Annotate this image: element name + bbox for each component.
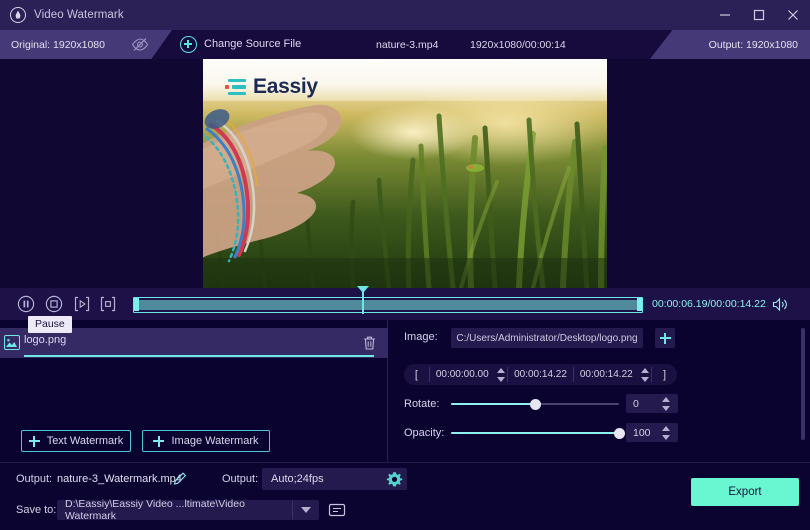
maximize-icon[interactable] xyxy=(742,0,776,30)
folder-icon[interactable] xyxy=(328,501,346,518)
timeline-selection xyxy=(138,300,638,310)
video-preview[interactable]: Eassiy xyxy=(203,59,607,288)
minimize-icon[interactable] xyxy=(708,0,742,30)
range-close-bracket[interactable]: ] xyxy=(652,369,677,381)
plus-icon xyxy=(28,435,40,447)
rotate-slider[interactable] xyxy=(451,398,619,410)
opacity-label: Opacity: xyxy=(404,427,445,439)
range-start-input[interactable]: 00:00:00.00 xyxy=(430,369,495,380)
pause-tooltip: Pause xyxy=(28,316,72,333)
pause-circle-icon[interactable] xyxy=(17,295,35,313)
rotate-value: 0 xyxy=(633,397,639,410)
snapshot-bracket-icon[interactable] xyxy=(99,295,117,313)
water-drop-icon xyxy=(10,7,26,23)
play-bracket-icon[interactable] xyxy=(73,295,91,313)
opacity-stepper[interactable] xyxy=(660,425,673,441)
player-controls-bar: 00:00:06.19/00:00:14.22 xyxy=(0,286,810,320)
timeline-trim-end-handle[interactable] xyxy=(637,298,642,311)
save-path-field[interactable]: D:\Eassiy\Eassiy Video ...ltimate\Video … xyxy=(57,498,292,522)
add-image-button[interactable] xyxy=(655,328,675,348)
opacity-slider-knob[interactable] xyxy=(613,427,625,439)
tab-output[interactable]: Output: 1920x1080 xyxy=(650,30,810,59)
range-start-stepper[interactable] xyxy=(495,367,507,383)
close-icon[interactable] xyxy=(776,0,810,30)
add-image-watermark-label: Image Watermark xyxy=(171,435,259,447)
image-label: Image: xyxy=(404,331,438,343)
opacity-slider[interactable] xyxy=(451,427,625,439)
video-watermark-window: Video Watermark Original: 1920x1080 Chan… xyxy=(0,0,810,530)
image-thumb-icon xyxy=(4,335,20,350)
hand-in-grass xyxy=(203,104,342,263)
video-timeline-slider[interactable] xyxy=(133,286,643,314)
source-file-meta: 1920x1080/00:00:14 xyxy=(470,39,566,51)
opacity-slider-fill xyxy=(451,432,619,434)
source-file-name: nature-3.mp4 xyxy=(376,39,439,51)
timeline-trim-start-handle[interactable] xyxy=(134,298,139,311)
export-label: Export xyxy=(728,486,762,498)
save-path-value: D:\Eassiy\Eassiy Video ...ltimate\Video … xyxy=(65,498,245,522)
image-path-value: C:/Users/Administrator/Desktop/logo.png xyxy=(456,332,638,344)
save-to-label: Save to: xyxy=(16,504,57,516)
source-toolbar: Original: 1920x1080 Change Source File n… xyxy=(0,30,810,59)
volume-icon[interactable] xyxy=(772,297,789,312)
change-source-file-button[interactable]: Change Source File xyxy=(204,38,301,50)
time-display: 00:00:06.19/00:00:14.22 xyxy=(652,298,766,310)
rotate-slider-fill xyxy=(451,403,535,405)
gear-icon[interactable] xyxy=(386,471,403,488)
image-path-field[interactable]: C:/Users/Administrator/Desktop/logo.png xyxy=(451,328,643,348)
add-text-watermark-label: Text Watermark xyxy=(46,435,124,447)
rotate-slider-knob[interactable] xyxy=(529,398,541,410)
range-end-stepper[interactable] xyxy=(639,367,651,383)
timeline-playhead[interactable] xyxy=(357,286,369,314)
eassiy-logo-icon xyxy=(225,78,246,97)
range-end-input[interactable]: 00:00:14.22 xyxy=(574,369,639,380)
caret-down-icon xyxy=(301,507,311,513)
stop-circle-icon[interactable] xyxy=(45,295,63,313)
plus-icon xyxy=(153,435,165,447)
add-text-watermark-button[interactable]: Text Watermark xyxy=(21,430,131,452)
watermark-settings-panel: Image: C:/Users/Administrator/Desktop/lo… xyxy=(388,320,810,462)
opacity-value-field[interactable]: 100 xyxy=(626,423,678,442)
output-format-value: Auto;24fps xyxy=(271,473,324,485)
window-controls xyxy=(708,0,810,30)
save-path-dropdown[interactable] xyxy=(292,500,319,520)
add-watermark-buttons: Text Watermark Image Watermark xyxy=(0,428,388,462)
logo-accent-dot xyxy=(225,85,229,89)
range-open-bracket[interactable]: [ xyxy=(404,369,429,381)
opacity-value: 100 xyxy=(633,426,651,439)
eye-slash-icon[interactable] xyxy=(131,37,149,52)
output-format-label: Output: xyxy=(222,473,259,485)
trash-icon[interactable] xyxy=(362,335,377,351)
time-range-controls: [ 00:00:00.00 00:00:14.22 00:00:14.22 ] xyxy=(404,364,677,385)
plus-circle-icon[interactable] xyxy=(180,36,197,53)
pencil-icon[interactable] xyxy=(173,471,187,486)
rotate-stepper[interactable] xyxy=(660,396,673,412)
watermark-logo-text: Eassiy xyxy=(253,75,318,98)
app-title: Video Watermark xyxy=(34,9,124,21)
title-bar: Video Watermark xyxy=(0,0,810,30)
watermark-logo-overlay[interactable]: Eassiy xyxy=(225,75,318,99)
rotate-label: Rotate: xyxy=(404,398,440,410)
add-image-watermark-button[interactable]: Image Watermark xyxy=(142,430,270,452)
output-name-label: Output: xyxy=(16,473,53,485)
preview-area: Eassiy xyxy=(0,59,810,288)
tab-original-label: Original: 1920x1080 xyxy=(11,38,105,51)
list-item-duration-bar[interactable] xyxy=(24,355,374,357)
range-middle-input[interactable]: 00:00:14.22 xyxy=(508,369,573,380)
rotate-value-field[interactable]: 0 xyxy=(626,394,678,413)
settings-scrollbar[interactable] xyxy=(801,328,805,440)
list-item-label: logo.png xyxy=(24,334,67,346)
output-file-name: nature-3_Watermark.mp4 xyxy=(57,473,182,485)
export-button[interactable]: Export xyxy=(691,478,799,506)
tab-output-label: Output: 1920x1080 xyxy=(708,38,798,51)
